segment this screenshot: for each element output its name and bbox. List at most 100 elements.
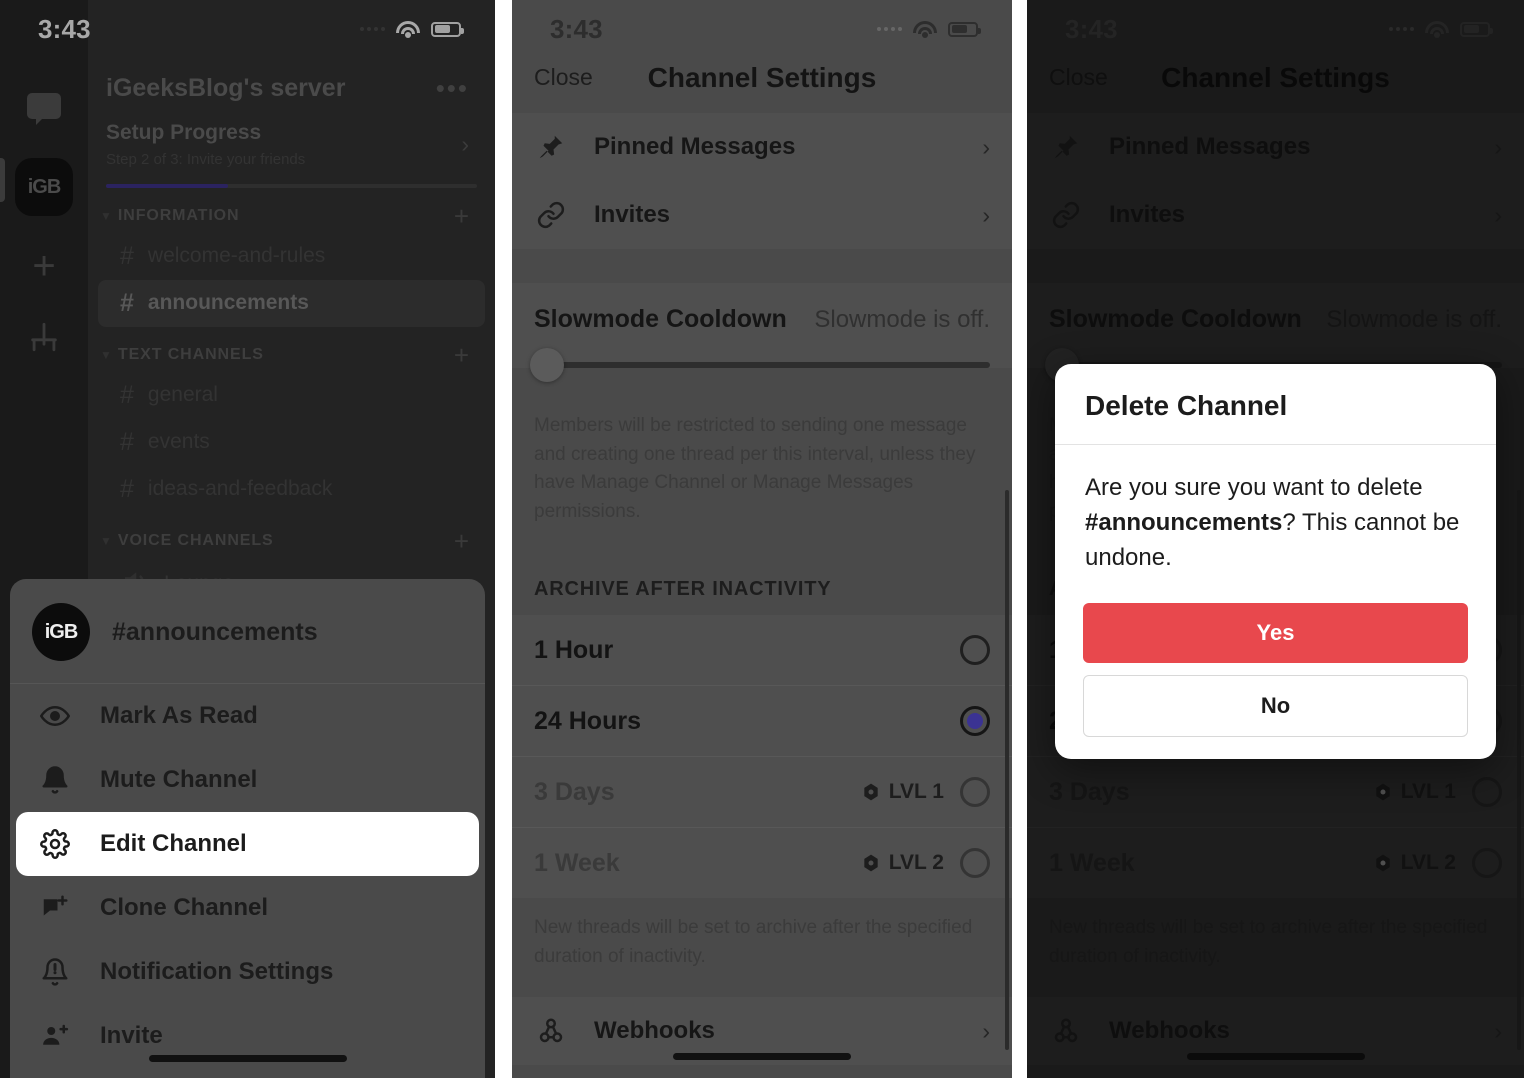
archive-option-label: 1 Week <box>534 848 620 877</box>
archive-option-label: 1 Hour <box>534 635 614 664</box>
archive-option-1-week[interactable]: 1 Week LVL 2 <box>512 828 1012 898</box>
plus-icon[interactable]: + <box>454 203 469 229</box>
context-menu-item-edit-channel[interactable]: Edit Channel <box>16 812 479 876</box>
slowmode-section: Slowmode Cooldown Slowmode is off. <box>1027 283 1524 382</box>
context-menu-title: #announcements <box>112 617 318 646</box>
webhooks-label: Webhooks <box>1109 1017 1230 1044</box>
archive-option-label: 3 Days <box>1049 777 1130 806</box>
channel-category-header[interactable]: ▼ TEXT CHANNELS + <box>88 327 495 372</box>
context-menu-item-mark-as-read[interactable]: Mark As Read <box>16 684 479 748</box>
radio-button[interactable] <box>960 706 990 736</box>
boost-icon <box>1376 854 1390 872</box>
chevron-right-icon: › <box>461 131 469 157</box>
archive-option-24-hours[interactable]: 24 Hours <box>512 686 1012 757</box>
direct-messages-icon[interactable] <box>18 80 70 132</box>
scrollbar[interactable] <box>1005 490 1009 1050</box>
battery-icon <box>1460 21 1493 37</box>
radio-button[interactable] <box>960 848 990 878</box>
chevron-right-icon: › <box>982 133 990 160</box>
link-icon <box>534 200 568 230</box>
channel-item-events[interactable]: # events <box>98 419 485 466</box>
hash-icon: # <box>120 427 134 456</box>
archive-option-1-week[interactable]: 1 Week LVL 2 <box>1027 828 1524 898</box>
add-server-icon[interactable]: + <box>32 246 55 286</box>
plus-icon[interactable]: + <box>454 528 469 554</box>
server-avatar[interactable]: iGB <box>15 158 73 216</box>
context-menu-item-label: Invite <box>100 1022 163 1049</box>
slowmode-slider[interactable] <box>530 348 990 382</box>
channel-item-welcome-and-rules[interactable]: # welcome-and-rules <box>98 233 485 280</box>
three-panel-screenshot: iGB + iGeeksBlog's server ••• Setup Prog… <box>0 0 1524 1078</box>
setup-progress-subtitle: Step 2 of 3: Invite your friends <box>106 151 306 168</box>
settings-row-pinned-messages[interactable]: Pinned Messages › <box>512 113 1012 181</box>
panel-separator-2 <box>1012 0 1027 1078</box>
webhooks-label: Webhooks <box>594 1017 715 1044</box>
context-menu-item-notification-settings[interactable]: Notification Settings <box>16 940 479 1004</box>
level-badge: LVL 1 <box>861 780 944 804</box>
dialog-no-button[interactable]: No <box>1083 675 1468 738</box>
status-indicators <box>360 20 464 38</box>
webhook-icon <box>1049 1016 1083 1046</box>
signal-dots-icon <box>360 27 385 31</box>
slowmode-title: Slowmode Cooldown <box>534 305 787 333</box>
chevron-down-icon: ▼ <box>100 209 112 224</box>
chevron-right-icon: › <box>1494 201 1502 228</box>
ellipsis-icon[interactable]: ••• <box>436 75 469 100</box>
channel-category-header[interactable]: ▼ INFORMATION + <box>88 188 495 233</box>
settings-row-label: Pinned Messages <box>1109 133 1311 160</box>
signal-dots-icon <box>877 27 902 31</box>
category-label: TEXT CHANNELS <box>117 346 264 364</box>
radio-button[interactable] <box>960 777 990 807</box>
dialog-message-prefix: Are you sure you want to delete <box>1085 474 1423 501</box>
context-menu-item-label: Notification Settings <box>100 958 334 985</box>
archive-option-label: 1 Week <box>1049 848 1135 877</box>
archive-section-header: ARCHIVE AFTER INACTIVITY <box>534 578 832 600</box>
archive-option-3-days[interactable]: 3 Days LVL 1 <box>512 757 1012 828</box>
context-menu-item-mute-channel[interactable]: Mute Channel <box>16 748 479 812</box>
boost-icon <box>1376 783 1390 801</box>
home-indicator <box>148 1055 347 1062</box>
chevron-right-icon: › <box>982 1017 990 1044</box>
archive-option-3-days[interactable]: 3 Days LVL 1 <box>1027 757 1524 828</box>
radio-button[interactable] <box>1472 777 1502 807</box>
explore-servers-icon[interactable] <box>27 320 61 359</box>
channel-item-ideas-and-feedback[interactable]: # ideas-and-feedback <box>98 466 485 513</box>
radio-button[interactable] <box>960 635 990 665</box>
status-time: 3:43 <box>1065 13 1118 44</box>
slider-thumb[interactable] <box>530 348 564 382</box>
dialog-yes-button[interactable]: Yes <box>1083 603 1468 664</box>
level-badge: LVL 1 <box>1373 780 1456 804</box>
context-menu-item-clone-channel[interactable]: Clone Channel <box>16 876 479 940</box>
settings-row-pinned-messages[interactable]: Pinned Messages › <box>1027 113 1524 181</box>
radio-button[interactable] <box>1472 848 1502 878</box>
slowmode-value: Slowmode is off. <box>1326 306 1502 333</box>
battery-icon <box>431 21 464 37</box>
archive-option-1-hour[interactable]: 1 Hour <box>512 615 1012 686</box>
bell-alert-icon <box>38 957 72 987</box>
level-badge: LVL 2 <box>1373 851 1456 875</box>
settings-row-invites[interactable]: Invites › <box>512 181 1012 249</box>
top-settings-section: Pinned Messages › Invites › <box>1027 113 1524 249</box>
dialog-message: Are you sure you want to delete #announc… <box>1055 445 1496 603</box>
settings-row-invites[interactable]: Invites › <box>1027 181 1524 249</box>
setup-progress-title: Setup Progress <box>106 121 262 144</box>
channel-item-general[interactable]: # general <box>98 372 485 419</box>
archive-option-label: 24 Hours <box>534 706 641 735</box>
channel-category-header[interactable]: ▼ VOICE CHANNELS + <box>88 513 495 558</box>
settings-nav-bar: Close Channel Settings <box>512 58 1012 113</box>
server-name: iGeeksBlog's server <box>106 74 346 102</box>
archive-options: 1 Hour 24 Hours 3 Days LVL 1 1 Week LVL 2 <box>512 615 1012 898</box>
status-time: 3:43 <box>550 13 603 44</box>
setup-progress-row[interactable]: Setup Progress Step 2 of 3: Invite your … <box>88 117 495 168</box>
close-button[interactable]: Close <box>1049 64 1108 91</box>
channel-item-announcements[interactable]: # announcements <box>98 279 485 327</box>
server-header[interactable]: iGeeksBlog's server ••• <box>88 58 495 117</box>
channel-name: welcome-and-rules <box>147 244 326 268</box>
hash-icon: # <box>120 288 134 317</box>
boost-icon <box>864 854 878 872</box>
scrollbar <box>1517 490 1521 1050</box>
plus-icon[interactable]: + <box>454 342 469 368</box>
close-button[interactable]: Close <box>534 64 593 91</box>
